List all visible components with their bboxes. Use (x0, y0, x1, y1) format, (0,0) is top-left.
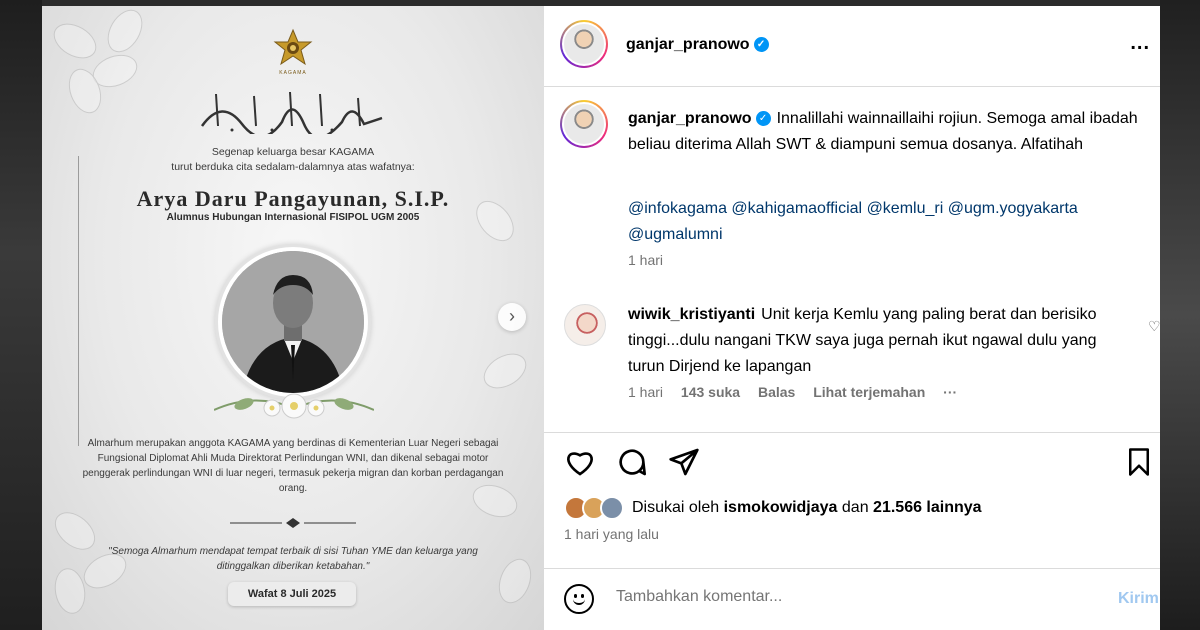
emoji-icon[interactable] (564, 584, 594, 614)
flower-decoration (42, 6, 172, 136)
tag-link[interactable]: @ugmalumni (628, 226, 723, 243)
post-modal: KAGAMA Segenap keluarga besar KAGAMA tur… (42, 6, 1160, 630)
header-divider (544, 86, 1160, 87)
tag-link[interactable]: @ugm.yogyakarta (948, 200, 1078, 217)
caption-avatar[interactable] (560, 100, 608, 148)
add-comment-row: Kirim (544, 574, 1160, 630)
flower-decoration (442, 186, 542, 608)
post-header: ganjar_pranowo ✓ ... (560, 20, 1150, 72)
poster-line-2: turut berduka cita sedalam-dalamnya atas… (171, 161, 415, 173)
share-icon[interactable] (668, 446, 700, 478)
likes-count[interactable]: 21.566 lainnya (873, 499, 982, 516)
liker-username[interactable]: ismokowidjaya (724, 499, 838, 516)
see-translation-button[interactable]: Lihat terjemahan (813, 384, 925, 400)
verified-badge-icon: ✓ (753, 37, 769, 53)
poster-body-text: Almarhum merupakan anggota KAGAMA yang b… (82, 438, 504, 494)
ornament-divider-icon (230, 518, 356, 528)
poster-line-1: Segenap keluarga besar KAGAMA (211, 146, 375, 158)
comment-input[interactable] (616, 588, 1036, 606)
author-username[interactable]: ganjar_pranowo ✓ (626, 36, 769, 54)
tag-link[interactable]: @kemlu_ri (867, 200, 944, 217)
tag-link[interactable]: @kahigamaofficial (731, 200, 862, 217)
logo-label: KAGAMA (279, 70, 307, 76)
post-comment-button[interactable]: Kirim (1118, 590, 1159, 608)
caption-username[interactable]: ganjar_pranowo (628, 110, 752, 127)
death-date-badge: Wafat 8 Juli 2025 (228, 582, 356, 606)
caption-text: ganjar_pranowo ✓ Innalillahi wainnaillaihi… (628, 106, 1148, 158)
comment-icon[interactable] (616, 446, 648, 478)
comment-more-icon[interactable]: ··· (943, 384, 957, 400)
likes-prefix: Disukai oleh (632, 499, 720, 517)
verified-badge-icon: ✓ (755, 111, 771, 127)
background-left (0, 0, 42, 630)
comment-like-heart-icon[interactable]: ♡ (1148, 318, 1160, 335)
comment-likes[interactable]: 143 suka (681, 384, 740, 400)
post-details-panel: ganjar_pranowo ✓ ... ganjar_pranowo ✓ Innal… (544, 6, 1160, 630)
author-username-text[interactable]: ganjar_pranowo (626, 36, 750, 53)
comment-time: 1 hari (628, 384, 664, 400)
author-avatar[interactable] (560, 20, 608, 68)
caption-time: 1 hari (628, 252, 664, 268)
likes-summary: Disukai oleh ismokowidjaya dan 21.566 la… (564, 496, 982, 520)
portrait-photo (222, 251, 364, 393)
poster-quote: "Semoga Almarhum mendapat tempat terbaik… (108, 546, 478, 572)
tag-link[interactable]: @infokagama (628, 200, 727, 217)
bookmark-icon[interactable] (1124, 446, 1154, 478)
flower-bouquet-icon (214, 393, 374, 419)
caption-tags: @infokagama @kahigamaofficial @kemlu_ri … (628, 196, 1148, 248)
post-image: KAGAMA Segenap keluarga besar KAGAMA tur… (42, 6, 544, 630)
posted-time: 1 hari yang lalu (564, 526, 659, 542)
comment-meta: 1 hari 143 suka Balas Lihat terjemahan ·… (628, 384, 971, 400)
liker-avatars (564, 496, 626, 520)
action-bar (564, 446, 1154, 478)
heart-icon[interactable] (564, 446, 596, 478)
next-image-button[interactable]: › (498, 303, 526, 331)
kagama-logo-icon (273, 28, 313, 66)
commenter-username[interactable]: wiwik_kristiyanti (628, 306, 755, 323)
comment-box-divider (544, 568, 1160, 569)
reply-button[interactable]: Balas (758, 384, 795, 400)
chevron-right-icon: › (509, 306, 515, 326)
background-right (1160, 0, 1200, 630)
more-options-icon[interactable]: ... (1130, 32, 1150, 55)
commenter-avatar[interactable] (564, 304, 606, 346)
screenshot-stage: KAGAMA Segenap keluarga besar KAGAMA tur… (0, 0, 1200, 630)
deceased-name: Arya Daru Pangayunan, S.I.P. (136, 186, 450, 211)
comment-text: wiwik_kristiyanti Unit kerja Kemlu yang p… (628, 302, 1128, 380)
actions-divider (544, 432, 1160, 433)
likes-mid: dan (841, 499, 869, 517)
alumni-line: Alumnus Hubungan Internasional FISIPOL U… (166, 212, 420, 223)
arabic-calligraphy-icon (200, 91, 383, 134)
